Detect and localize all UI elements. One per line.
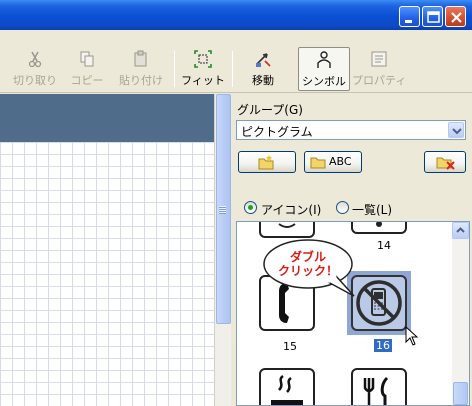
symbol-item[interactable] (351, 368, 407, 405)
delete-folder-button[interactable] (424, 151, 466, 173)
symbol-13-icon (278, 223, 296, 228)
open-folder-button[interactable] (238, 151, 296, 173)
symbol-item[interactable] (259, 222, 315, 238)
bell-icon (376, 222, 382, 227)
restaurant-icon (363, 376, 389, 405)
symbol-item[interactable] (351, 222, 407, 234)
folder-icon (310, 157, 326, 169)
icon-view-radio[interactable] (244, 201, 257, 214)
abc-label: ABC (329, 155, 352, 168)
folder-new-icon (258, 155, 274, 170)
list-view-label[interactable]: 一覧(L) (352, 201, 392, 218)
move-label: 移動 (252, 74, 274, 87)
canvas-scrollbar[interactable] (214, 94, 231, 406)
canvas-header (0, 94, 214, 142)
maximize-icon (427, 11, 440, 23)
symbol-button[interactable]: シンボル (298, 47, 350, 91)
selected-symbol-number: 16 (374, 339, 392, 352)
list-scrollbar[interactable] (452, 222, 469, 405)
title-bar (0, 0, 472, 30)
abc-button[interactable]: ABC (304, 151, 362, 173)
list-scrollbar-thumb[interactable] (453, 382, 468, 405)
symbol-number: 15 (283, 340, 297, 353)
smoking-icon (271, 374, 303, 405)
symbol-number: 14 (377, 239, 391, 252)
minimize-button[interactable] (399, 6, 420, 27)
minimize-icon (405, 20, 412, 23)
fit-icon (194, 50, 212, 68)
fit-label: フィット (181, 74, 225, 87)
callout-line-1: ダブル (289, 250, 326, 264)
close-icon (451, 12, 462, 23)
scrollbar-grip (219, 206, 226, 214)
person-symbol-icon (317, 51, 331, 68)
group-select-value: ピクトグラム (241, 125, 313, 139)
chevron-down-icon (452, 128, 462, 135)
drawing-canvas[interactable] (0, 94, 214, 406)
scroll-up-button[interactable] (452, 222, 469, 239)
group-label: グループ(G) (237, 103, 303, 117)
symbol-item[interactable] (259, 368, 315, 405)
toolbar-separator (232, 51, 233, 87)
cut-label: 切り取り (13, 74, 57, 87)
paste-button[interactable]: 貼り付け (116, 47, 166, 91)
scissors-icon (28, 51, 42, 68)
toolbar-separator (174, 51, 175, 87)
copy-button[interactable]: コピー (64, 47, 110, 91)
properties-icon (371, 51, 387, 67)
properties-button[interactable]: プロパティ (352, 47, 406, 91)
callout-line-2: クリック！ (277, 264, 338, 278)
cut-button[interactable]: 切り取り (12, 47, 58, 91)
canvas-grid[interactable] (0, 142, 214, 406)
clipboard-icon (134, 50, 147, 67)
paste-label: 貼り付け (119, 74, 163, 87)
chevron-up-icon (456, 227, 465, 233)
copy-label: コピー (70, 74, 104, 87)
maximize-button[interactable] (422, 6, 443, 27)
properties-label: プロパティ (352, 74, 407, 87)
close-button[interactable] (445, 6, 466, 27)
icon-view-label[interactable]: アイコン(I) (261, 201, 321, 218)
folder-delete-icon (436, 157, 455, 170)
toolbar: 切り取り コピー 貼り付け フィット 移動 シンボル プロパティ (0, 30, 472, 93)
group-select[interactable]: ピクトグラム (236, 120, 466, 140)
symbol-label: シンボル (302, 75, 346, 88)
dropdown-button[interactable] (448, 122, 464, 138)
mouse-cursor-icon (405, 326, 419, 346)
move-icon (256, 53, 271, 67)
view-mode-group: アイコン(I) 一覧(L) (232, 198, 472, 218)
fit-button[interactable]: フィット (180, 47, 226, 91)
copy-icon (80, 51, 94, 67)
move-button[interactable]: 移動 (240, 47, 286, 91)
list-view-radio[interactable] (336, 201, 349, 214)
